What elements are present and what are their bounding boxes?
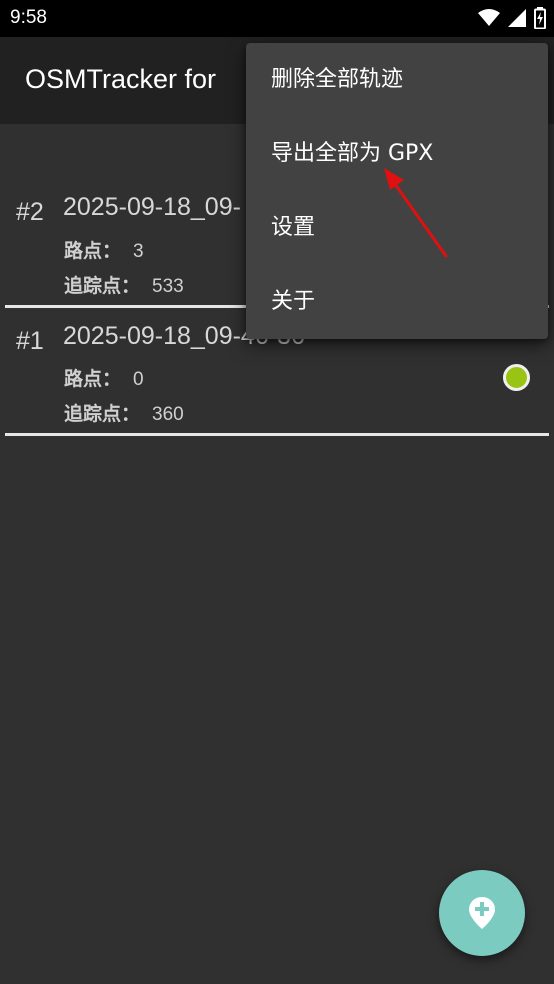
trackpoints-label: 追踪点： (64, 275, 141, 297)
track-waypoints: 路点： 3 (64, 236, 144, 263)
app-title: OSMTracker for (25, 64, 217, 94)
menu-item-delete-all-tracks[interactable]: 删除全部轨迹 (246, 43, 548, 117)
add-waypoint-fab[interactable] (439, 870, 525, 956)
status-bar: 9:58 (0, 0, 554, 37)
track-name: 2025-09-18_09- (63, 193, 241, 221)
track-trackpoints: 追踪点： 533 (64, 271, 184, 298)
waypoints-label: 路点： (64, 240, 122, 262)
wifi-icon (478, 9, 500, 26)
signal-icon (508, 9, 526, 27)
track-id: #2 (16, 198, 44, 226)
divider (5, 433, 549, 436)
status-time: 9:58 (10, 7, 47, 28)
add-location-icon (469, 897, 495, 929)
track-id: #1 (16, 327, 44, 355)
waypoints-value: 3 (133, 241, 144, 262)
waypoints-value: 0 (133, 369, 144, 390)
menu-item-about[interactable]: 关于 (246, 265, 548, 339)
battery-icon (534, 7, 546, 29)
annotation-arrow-icon (384, 168, 448, 258)
track-trackpoints: 追踪点： 360 (64, 399, 184, 426)
track-waypoints: 路点： 0 (64, 364, 144, 391)
active-track-indicator (503, 364, 530, 391)
trackpoints-label: 追踪点： (64, 403, 141, 425)
trackpoints-value: 533 (152, 276, 184, 297)
status-icons (478, 7, 546, 29)
waypoints-label: 路点： (64, 368, 122, 390)
trackpoints-value: 360 (152, 404, 184, 425)
